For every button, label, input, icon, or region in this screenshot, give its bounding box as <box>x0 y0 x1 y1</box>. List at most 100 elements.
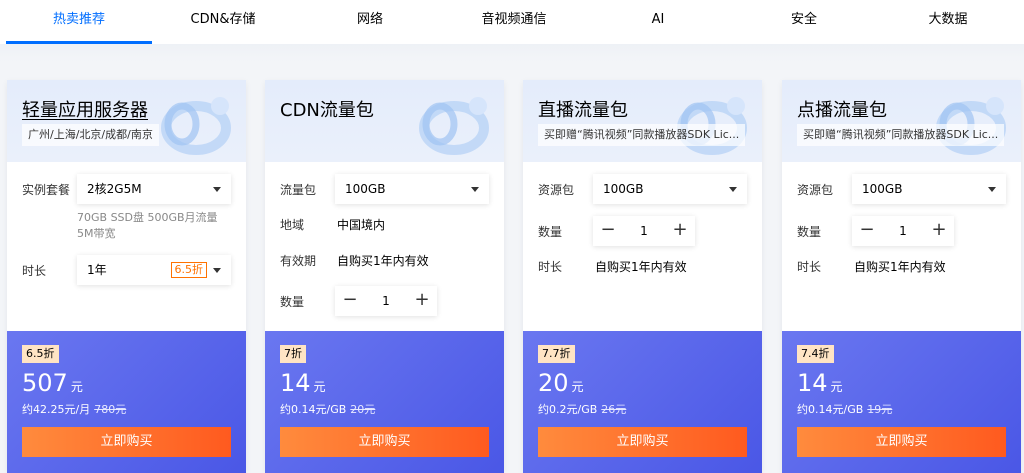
plus-icon[interactable]: + <box>924 216 954 246</box>
quantity-input[interactable]: 1 <box>882 216 924 246</box>
price-unit: 元 <box>571 380 584 394</box>
price: 14 元 <box>280 369 326 397</box>
tabs-shadow <box>0 44 1024 62</box>
cloud-ring-decoration-icon <box>419 97 489 155</box>
quantity-stepper: − 1 + <box>335 286 437 316</box>
unit-price-value: 约0.14元/GB <box>797 403 864 416</box>
tab-big-data[interactable]: 大数据 <box>908 0 988 44</box>
price-value: 507 <box>22 369 68 397</box>
price-value: 14 <box>280 369 311 397</box>
chevron-down-icon <box>213 268 221 273</box>
duration-discount-tag: 6.5折 <box>170 262 207 278</box>
card-title[interactable]: CDN流量包 <box>280 96 374 122</box>
card-regions: 广州/上海/北京/成都/南京 <box>22 124 159 146</box>
chevron-down-icon <box>988 187 996 192</box>
quantity-label: 数量 <box>280 295 305 309</box>
package-select[interactable]: 2核2G5M <box>77 174 231 204</box>
price-value: 20 <box>538 369 569 397</box>
tab-hot[interactable]: 热卖推荐 <box>6 0 152 44</box>
price: 507 元 <box>22 369 83 397</box>
package-hint: 70GB SSD盘 500GB月流量 5M带宽 <box>77 211 218 240</box>
original-price: 19元 <box>867 403 893 416</box>
package-label: 实例套餐 <box>22 183 71 197</box>
price-unit: 元 <box>313 380 326 394</box>
tab-network[interactable]: 网络 <box>330 0 410 44</box>
price-panel: 7折 14 元 约0.14元/GB 20元 立即购买 <box>265 331 504 473</box>
duration-label: 时长 <box>22 264 47 278</box>
unit-price-value: 约0.2元/GB <box>538 403 598 416</box>
tab-security[interactable]: 安全 <box>764 0 844 44</box>
card-gift-note: 买即赠“腾讯视频”同款播放器SDK Lic... <box>538 124 746 146</box>
unit-price-value: 约42.25元/月 <box>22 403 91 416</box>
tab-cdn-storage[interactable]: CDN&存储 <box>170 0 276 44</box>
chevron-down-icon <box>729 187 737 192</box>
buy-now-button[interactable]: 立即购买 <box>538 427 747 457</box>
quantity-label: 数量 <box>538 225 563 239</box>
price-unit: 元 <box>830 380 843 394</box>
unit-price: 约0.2元/GB 26元 <box>538 401 626 417</box>
duration-value: 自购买1年内有效 <box>595 260 687 274</box>
unit-price: 约42.25元/月 780元 <box>22 401 126 417</box>
product-card-vod: 点播流量包 买即赠“腾讯视频”同款播放器SDK Lic... 资源包 100GB… <box>782 80 1021 473</box>
quantity-label: 数量 <box>797 225 822 239</box>
price-value: 14 <box>797 369 828 397</box>
package-label: 资源包 <box>797 183 834 197</box>
quantity-stepper: − 1 + <box>852 216 954 246</box>
discount-badge: 7折 <box>280 345 306 363</box>
package-select[interactable]: 100GB <box>593 174 747 204</box>
tab-ai[interactable]: AI <box>628 0 688 44</box>
duration-value: 自购买1年内有效 <box>854 260 946 274</box>
buy-now-button[interactable]: 立即购买 <box>797 427 1006 457</box>
package-label: 流量包 <box>280 183 317 197</box>
package-select-value: 100GB <box>345 182 386 196</box>
plus-icon[interactable]: + <box>407 286 437 316</box>
product-card-lighthouse: 轻量应用服务器 广州/上海/北京/成都/南京 实例套餐 2核2G5M 70GB … <box>7 80 246 473</box>
chevron-down-icon <box>213 187 221 192</box>
region-value: 中国境内 <box>337 218 386 232</box>
duration-select-value: 1年 <box>87 263 107 277</box>
price-unit: 元 <box>70 380 83 394</box>
discount-badge: 7.7折 <box>538 345 575 363</box>
price: 20 元 <box>538 369 584 397</box>
package-select[interactable]: 100GB <box>335 174 489 204</box>
duration-label: 时长 <box>797 260 822 274</box>
original-price: 26元 <box>601 403 627 416</box>
package-select-value: 100GB <box>862 182 903 196</box>
product-card-live: 直播流量包 买即赠“腾讯视频”同款播放器SDK Lic... 资源包 100GB… <box>523 80 762 473</box>
package-select-value: 2核2G5M <box>87 182 142 196</box>
price: 14 元 <box>797 369 843 397</box>
product-card-cdn: CDN流量包 流量包 100GB 地域 中国境内 有效期 自购买1年内有效 数量… <box>265 80 504 473</box>
card-title[interactable]: 直播流量包 <box>538 96 628 122</box>
card-title[interactable]: 点播流量包 <box>797 96 887 122</box>
card-title[interactable]: 轻量应用服务器 <box>22 96 148 122</box>
product-tabs: 热卖推荐 CDN&存储 网络 音视频通信 AI 安全 大数据 <box>0 0 1024 44</box>
price-panel: 7.4折 14 元 约0.14元/GB 19元 立即购买 <box>782 331 1021 473</box>
card-header: 轻量应用服务器 广州/上海/北京/成都/南京 <box>7 80 246 162</box>
duration-label: 时长 <box>538 260 563 274</box>
original-price: 20元 <box>350 403 376 416</box>
region-label: 地域 <box>280 218 305 232</box>
plus-icon[interactable]: + <box>665 216 695 246</box>
quantity-input[interactable]: 1 <box>623 216 665 246</box>
card-header: CDN流量包 <box>265 80 504 162</box>
package-select[interactable]: 100GB <box>852 174 1006 204</box>
price-panel: 6.5折 507 元 约42.25元/月 780元 立即购买 <box>7 331 246 473</box>
tab-av-communication[interactable]: 音视频通信 <box>462 0 566 44</box>
unit-price: 约0.14元/GB 19元 <box>797 401 892 417</box>
package-select-value: 100GB <box>603 182 644 196</box>
original-price: 780元 <box>94 403 127 416</box>
unit-price-value: 约0.14元/GB <box>280 403 347 416</box>
quantity-input[interactable]: 1 <box>365 286 407 316</box>
discount-badge: 7.4折 <box>797 345 834 363</box>
duration-select[interactable]: 1年 6.5折 <box>77 255 231 285</box>
package-label: 资源包 <box>538 183 575 197</box>
minus-icon[interactable]: − <box>852 216 882 246</box>
card-gift-note: 买即赠“腾讯视频”同款播放器SDK Lic... <box>797 124 1005 146</box>
minus-icon[interactable]: − <box>335 286 365 316</box>
buy-now-button[interactable]: 立即购买 <box>22 427 231 457</box>
card-header: 直播流量包 买即赠“腾讯视频”同款播放器SDK Lic... <box>523 80 762 162</box>
unit-price: 约0.14元/GB 20元 <box>280 401 375 417</box>
minus-icon[interactable]: − <box>593 216 623 246</box>
chevron-down-icon <box>471 187 479 192</box>
buy-now-button[interactable]: 立即购买 <box>280 427 489 457</box>
